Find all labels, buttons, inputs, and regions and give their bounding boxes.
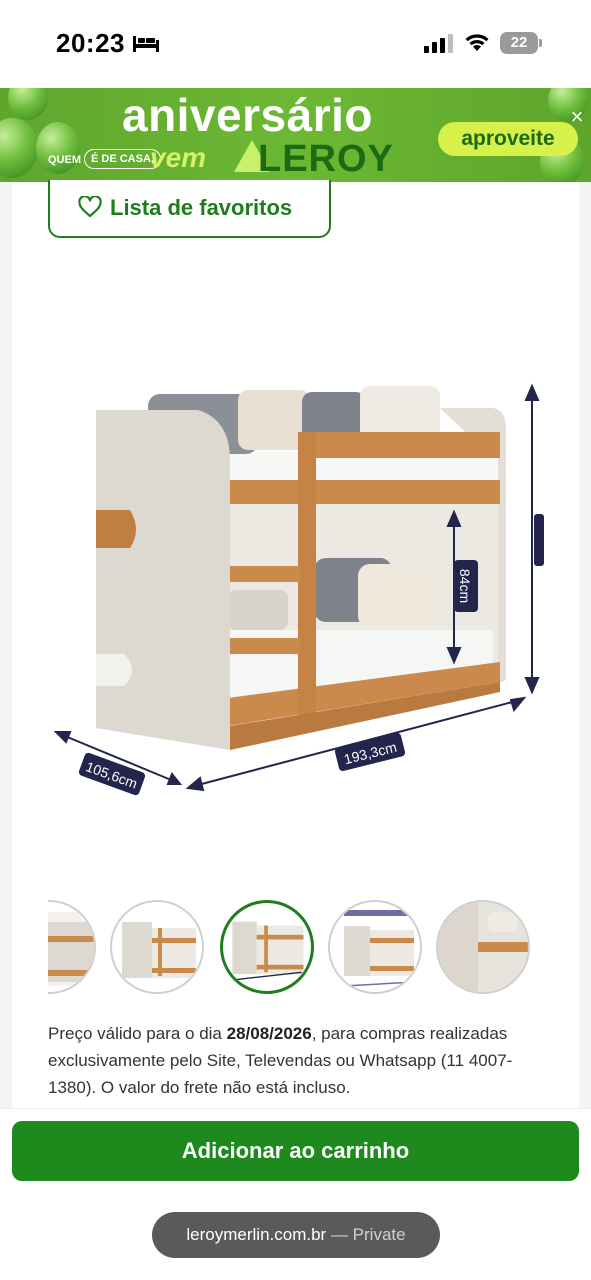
bed-left-panel — [96, 410, 230, 750]
thumbnail[interactable] — [328, 900, 422, 994]
thumbnail-active[interactable] — [220, 900, 314, 994]
width-label: 193,3cm — [334, 732, 406, 772]
thumbnail-image — [48, 912, 94, 986]
panel-cutout — [96, 510, 136, 548]
bed-icon — [133, 36, 159, 52]
wifi-icon — [465, 34, 489, 51]
inner-height-label: 84cm — [454, 560, 478, 612]
price-note-intro: Preço válido para o dia — [48, 1024, 227, 1043]
promo-brand: LEROY — [258, 138, 394, 180]
battery-indicator: 22 — [500, 32, 542, 54]
svg-text:84cm: 84cm — [457, 569, 473, 603]
price-validity-note: Preço válido para o dia 28/08/2026, para… — [48, 1020, 558, 1101]
url-separator: — — [326, 1225, 353, 1244]
promo-banner[interactable]: aniversário QUEM É DE CASA, vem LEROY ap… — [0, 88, 591, 182]
balloon-decoration — [0, 118, 38, 178]
pillow — [228, 590, 288, 630]
thumbnail[interactable] — [436, 900, 530, 994]
thumbnail[interactable] — [110, 900, 204, 994]
heart-icon — [78, 196, 102, 218]
thumbnail-image — [122, 922, 196, 978]
page-gutter-right — [579, 182, 591, 1112]
promo-cta-button[interactable]: aproveite — [438, 122, 578, 156]
status-time: 20:23 — [56, 28, 125, 58]
browser-address-bar[interactable]: leroymerlin.com.br — Private — [152, 1212, 440, 1258]
balloon-decoration — [8, 88, 48, 120]
signal-icon — [424, 34, 453, 53]
battery-tip — [539, 39, 542, 47]
add-to-cart-button[interactable]: Adicionar ao carrinho — [12, 1121, 579, 1181]
promo-title: aniversário — [122, 89, 373, 141]
thumbnail-image — [438, 902, 528, 992]
thumbnail-image — [343, 910, 415, 987]
promo-tagline-3: vem — [150, 142, 207, 173]
depth-label: 105,6cm — [78, 752, 146, 796]
upper-guard-rail — [298, 432, 500, 458]
url-text: leroymerlin.com.br — [186, 1225, 327, 1244]
product-image[interactable]: 84cm 193,3cm 105,6cm — [48, 380, 548, 800]
upper-rail — [228, 480, 500, 504]
pillow — [358, 564, 434, 628]
private-mode-label: Private — [352, 1225, 406, 1244]
status-bar: 20:23 22 — [0, 0, 591, 88]
favorites-button[interactable]: Lista de favoritos — [48, 180, 331, 238]
product-page: 20:23 22 aniversário QUEM É DE CASA, vem… — [0, 0, 591, 1280]
price-valid-date: 28/08/2026 — [226, 1024, 312, 1043]
ladder-step — [228, 638, 300, 654]
battery-level: 22 — [500, 32, 538, 54]
thumbnail[interactable] — [48, 900, 96, 994]
ladder-post — [298, 432, 316, 730]
pillow — [360, 386, 440, 440]
close-icon[interactable]: × — [566, 106, 588, 128]
favorites-label: Lista de favoritos — [110, 195, 293, 220]
balloon-decoration — [36, 122, 80, 174]
ladder-step — [228, 566, 300, 582]
promo-tagline-1: QUEM — [48, 154, 81, 166]
page-gutter-left — [0, 182, 12, 1112]
height-label-badge — [534, 514, 544, 566]
thumbnail-image — [232, 921, 304, 981]
panel-cutout — [96, 654, 132, 686]
thumbnail-carousel[interactable] — [48, 898, 548, 998]
